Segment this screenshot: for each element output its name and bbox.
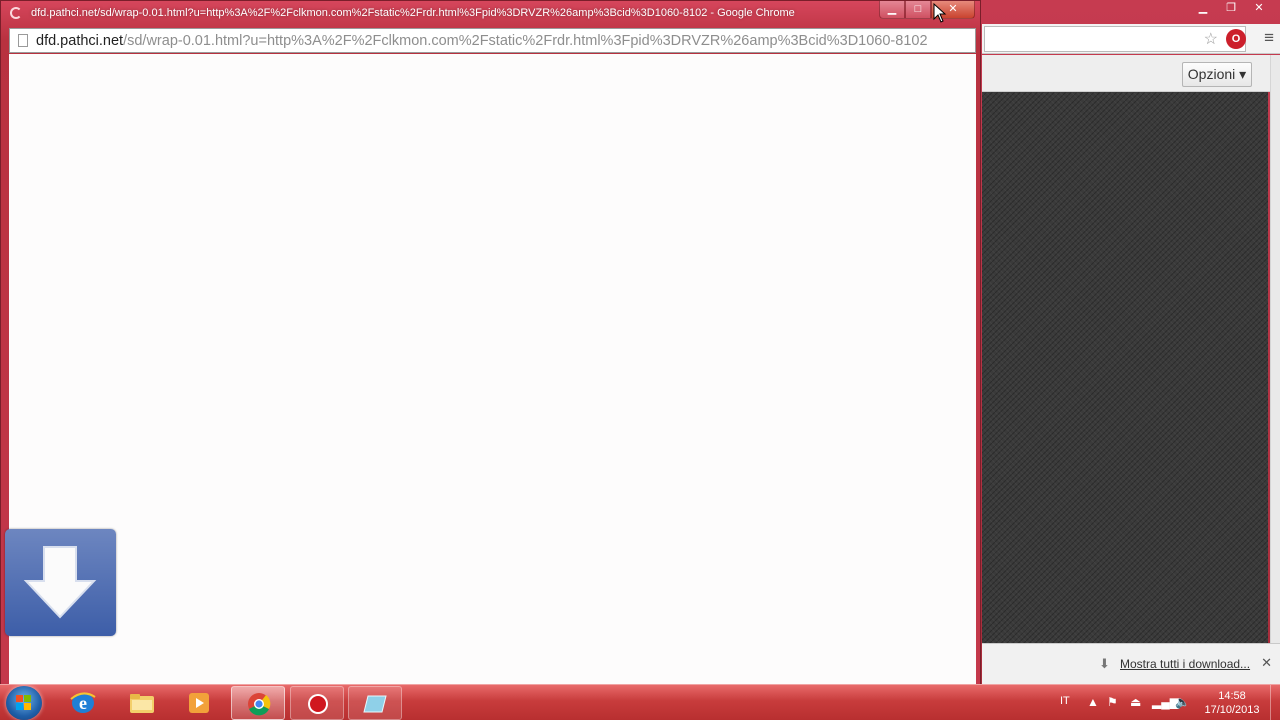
close-icon[interactable]: ✕	[1246, 0, 1272, 16]
media-player-icon	[189, 693, 209, 713]
background-scrollbar[interactable]	[1270, 55, 1280, 645]
minimize-button[interactable]: ▁	[879, 1, 905, 19]
show-desktop-button[interactable]	[1270, 685, 1280, 720]
system-clock[interactable]: 14:58 17/10/2013	[1196, 689, 1268, 717]
language-indicator[interactable]: IT	[1060, 695, 1070, 707]
usb-device-icon[interactable]: ⏏	[1130, 695, 1141, 709]
taskbar-google-chrome[interactable]	[231, 686, 285, 720]
taskbar-internet-explorer[interactable]: e	[56, 686, 110, 720]
volume-icon[interactable]: 🔈	[1175, 695, 1190, 709]
clock-date: 17/10/2013	[1204, 704, 1260, 716]
options-button[interactable]: Opzioni ▾	[1182, 62, 1252, 87]
clock-time: 14:58	[1218, 690, 1246, 702]
taskbar: e IT ▲ ⚑ ⏏ ▂▄▆ 🔈 14:58 17/10/2013	[0, 684, 1280, 720]
taskbar-file-explorer[interactable]	[115, 686, 169, 720]
bookmark-star-icon[interactable]: ☆	[1204, 29, 1218, 49]
downloads-bar: ⬇ Mostra tutti i download... ✕	[982, 643, 1280, 685]
downloads-bar-close-icon[interactable]: ✕	[1261, 655, 1272, 671]
extension-icon[interactable]: O	[1226, 29, 1246, 49]
background-toolbar: ☆ O ≡	[982, 24, 1280, 54]
start-button[interactable]	[6, 686, 42, 720]
popup-window-title: dfd.pathci.net/sd/wrap-0.01.html?u=http%…	[31, 7, 795, 19]
popup-titlebar[interactable]: dfd.pathci.net/sd/wrap-0.01.html?u=http%…	[1, 1, 980, 27]
svg-text:e: e	[79, 693, 87, 713]
show-hidden-icons-icon[interactable]: ▲	[1087, 695, 1099, 709]
download-arrow-icon: ⬇	[1099, 656, 1110, 671]
minimize-icon[interactable]: ▁	[1190, 0, 1216, 16]
taskbar-recorder[interactable]	[290, 686, 344, 720]
chrome-menu-icon[interactable]: ≡	[1264, 28, 1274, 48]
popup-caption-buttons: ▁ □ ✕	[879, 1, 975, 19]
popup-page-content	[9, 54, 976, 684]
background-chrome-window[interactable]: ▁ ❐ ✕ ☆ O ≡ Opzioni ▾ ⬇ Mostra tutti i d…	[978, 0, 1280, 688]
internet-explorer-icon: e	[70, 692, 96, 713]
background-subbar: Opzioni ▾	[982, 55, 1280, 92]
app-window-icon	[363, 695, 387, 713]
background-window-caption-buttons: ▁ ❐ ✕	[1190, 0, 1272, 16]
show-all-downloads-link[interactable]: Mostra tutti i download...	[1120, 657, 1250, 671]
popup-address-bar[interactable]: dfd.pathci.net/sd/wrap-0.01.html?u=http%…	[9, 28, 976, 53]
url-path: /sd/wrap-0.01.html?u=http%3A%2F%2Fclkmon…	[123, 33, 928, 49]
action-center-flag-icon[interactable]: ⚑	[1107, 695, 1118, 709]
page-icon	[18, 34, 28, 47]
maximize-button[interactable]: □	[905, 1, 931, 19]
restore-icon[interactable]: ❐	[1218, 0, 1244, 16]
record-icon	[308, 694, 328, 714]
download-overlay-icon	[5, 529, 116, 636]
popup-url[interactable]: dfd.pathci.net/sd/wrap-0.01.html?u=http%…	[36, 33, 928, 49]
loading-icon	[10, 7, 22, 19]
url-host: dfd.pathci.net	[36, 33, 124, 49]
down-arrow-icon	[23, 546, 97, 619]
chrome-icon	[248, 693, 271, 716]
popup-chrome-window[interactable]: dfd.pathci.net/sd/wrap-0.01.html?u=http%…	[0, 0, 981, 686]
mouse-cursor-icon	[933, 3, 947, 23]
background-page-content	[982, 92, 1268, 643]
taskbar-media-player[interactable]	[172, 686, 226, 720]
windows-logo-icon	[16, 695, 32, 711]
taskbar-app[interactable]	[348, 686, 402, 720]
folder-icon	[130, 694, 154, 713]
